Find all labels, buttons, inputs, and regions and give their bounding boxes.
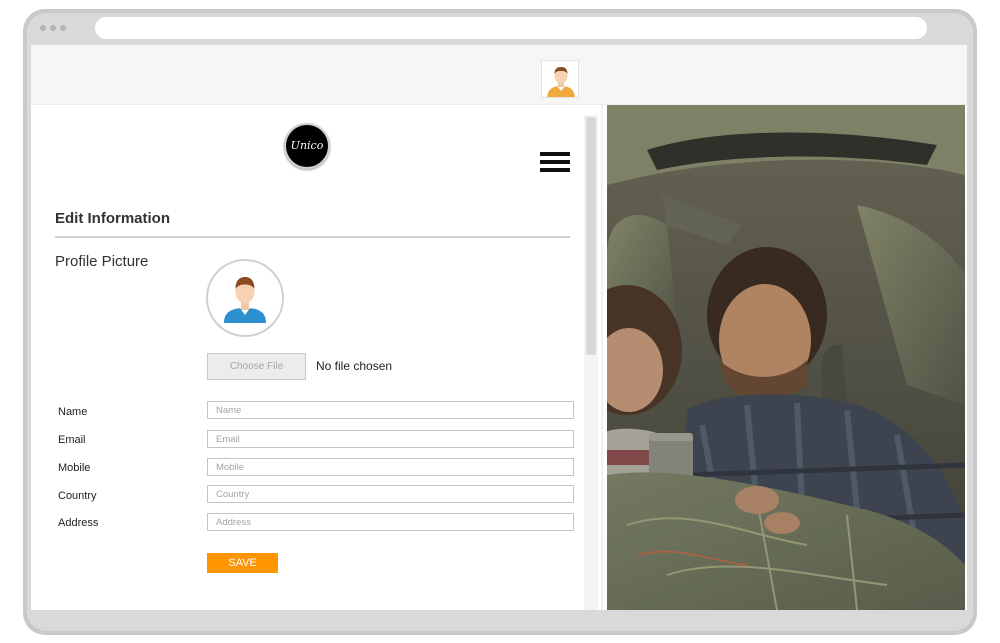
email-input[interactable] xyxy=(207,430,574,448)
hero-photo-illustration xyxy=(607,105,965,610)
title-divider xyxy=(55,236,570,238)
scrollbar-thumb[interactable] xyxy=(586,117,596,355)
save-button[interactable]: SAVE xyxy=(207,553,278,573)
hero-photo xyxy=(607,105,965,610)
name-label: Name xyxy=(58,406,88,418)
hamburger-menu-icon[interactable] xyxy=(540,152,570,172)
window-controls xyxy=(40,25,66,31)
name-input[interactable] xyxy=(207,401,574,419)
header-avatar[interactable] xyxy=(541,60,579,98)
window-dot xyxy=(50,25,56,31)
profile-picture-label: Profile Picture xyxy=(55,253,149,270)
logo-text: Unico xyxy=(290,139,324,152)
menu-bar xyxy=(540,160,570,164)
window-dot xyxy=(60,25,66,31)
panel-divider xyxy=(601,105,603,610)
brand-logo[interactable]: Unico xyxy=(284,123,330,169)
menu-bar xyxy=(540,152,570,156)
top-header xyxy=(31,45,967,105)
mobile-label: Mobile xyxy=(58,462,91,474)
choose-file-button[interactable]: Choose File xyxy=(207,353,306,380)
profile-picture-preview xyxy=(206,259,284,337)
country-label: Country xyxy=(58,490,97,502)
window-dot xyxy=(40,25,46,31)
user-avatar-icon xyxy=(224,277,266,323)
user-avatar-icon xyxy=(542,61,578,97)
email-label: Email xyxy=(58,434,86,446)
address-input[interactable] xyxy=(207,513,574,531)
address-label: Address xyxy=(58,517,99,529)
page-title: Edit Information xyxy=(55,210,170,227)
page-viewport: Unico Edit Information Profile Picture C… xyxy=(31,45,967,610)
mobile-input[interactable] xyxy=(207,458,574,476)
address-bar[interactable] xyxy=(95,17,927,39)
edit-panel xyxy=(31,105,606,610)
file-status-text: No file chosen xyxy=(316,359,393,373)
menu-bar xyxy=(540,168,570,172)
country-input[interactable] xyxy=(207,485,574,503)
